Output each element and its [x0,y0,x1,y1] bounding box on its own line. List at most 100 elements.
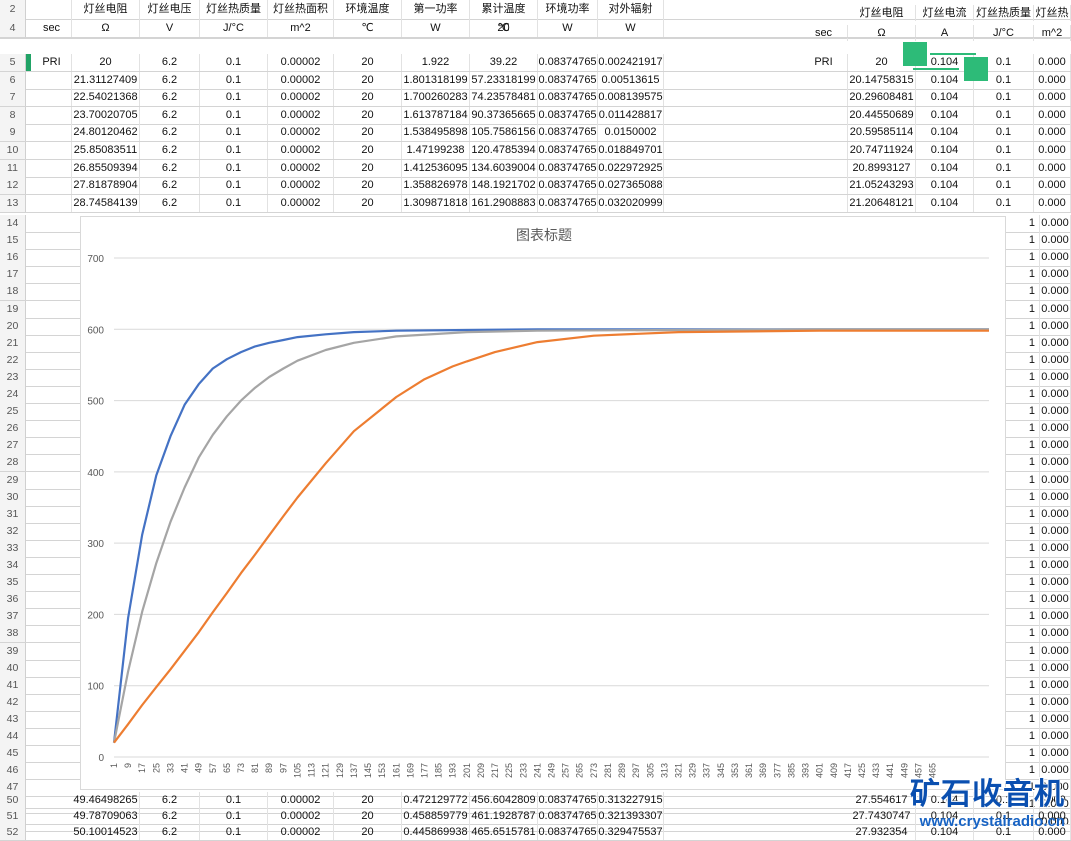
table-cell[interactable]: 27.7430747 [848,808,916,824]
row-number[interactable]: 31 [0,505,26,523]
table-cell[interactable]: 0.000 [1040,266,1071,284]
table-cell[interactable]: 0.022972925 [598,159,664,177]
table-cell[interactable]: 26.85509394 [72,159,140,177]
table-cell[interactable]: 1 [1006,676,1040,694]
table-cell[interactable]: 0.00002 [268,89,334,107]
row-number[interactable]: 37 [0,608,26,626]
table-cell[interactable]: 0.000 [1040,420,1071,438]
table-cell[interactable]: 0.1 [200,792,268,808]
table-cell[interactable]: 0.000 [1040,539,1071,557]
table-cell[interactable]: 灯丝电阻 [72,0,140,19]
table-cell[interactable]: 1 [1006,334,1040,352]
table-cell[interactable]: 0.1 [974,159,1034,177]
table-cell[interactable]: 0.000 [1040,232,1071,250]
table-cell[interactable]: 20 [334,159,402,177]
table-cell[interactable]: 0.104 [916,177,974,195]
table-cell[interactable]: 1.358826978 [402,177,470,195]
table-cell[interactable]: 1 [1006,351,1040,369]
table-cell[interactable] [32,106,72,124]
table-cell[interactable]: 0.000 [1040,728,1071,745]
table-cell[interactable]: 1.700260283 [402,89,470,107]
table-cell[interactable]: 0.000 [1040,625,1071,643]
row-number[interactable]: 29 [0,471,26,489]
table-cell[interactable]: 20 [334,808,402,824]
table-cell[interactable]: 0.000 [1040,437,1071,455]
table-cell[interactable]: 1 [1006,505,1040,523]
table-cell[interactable]: 20 [334,177,402,195]
row-number[interactable]: 11 [0,159,26,177]
table-cell[interactable]: 1 [1006,539,1040,557]
table-cell[interactable]: 465.6515781 [470,824,538,840]
row-number[interactable]: 14 [0,215,26,232]
row-number[interactable]: 50 [0,792,26,808]
table-cell[interactable] [32,124,72,142]
row-number[interactable]: 39 [0,642,26,660]
table-cell[interactable]: 1.538495898 [402,124,470,142]
table-cell[interactable]: 0.00002 [268,194,334,212]
table-cell[interactable]: 1 [1006,471,1040,489]
table-cell[interactable]: 1.613787184 [402,106,470,124]
row-number[interactable]: 26 [0,420,26,438]
table-cell[interactable] [800,124,848,142]
table-cell[interactable]: 1 [1006,522,1040,540]
table-cell[interactable]: 0.000 [1040,249,1071,267]
table-cell[interactable]: 0.08374765 [538,142,598,159]
table-cell[interactable]: 21.31127409 [72,71,140,89]
row-number[interactable]: 16 [0,249,26,267]
table-cell[interactable]: 0.000 [1040,745,1071,763]
table-cell[interactable]: 134.6039004 [470,159,538,177]
table-cell[interactable]: 0.000 [1040,659,1071,677]
table-cell[interactable]: 0.1 [974,124,1034,142]
table-cell[interactable]: 0.104 [916,142,974,159]
table-cell[interactable] [32,159,72,177]
table-cell[interactable]: 0.000 [1040,334,1071,352]
table-cell[interactable] [32,177,72,195]
row-number[interactable]: 22 [0,351,26,369]
table-cell[interactable]: 0.000 [1040,522,1071,540]
table-cell[interactable]: 6.2 [140,824,200,840]
table-cell[interactable] [32,89,72,107]
table-cell[interactable]: 0.000 [1034,159,1071,177]
table-cell[interactable]: 0.104 [916,124,974,142]
table-cell[interactable]: 0.08374765 [538,71,598,89]
table-cell[interactable]: 0.472129772 [402,792,470,808]
table-cell[interactable] [800,142,848,159]
table-cell[interactable]: 0.08374765 [538,824,598,840]
table-cell[interactable]: 20.29608481 [848,89,916,107]
table-cell[interactable]: 1 [1006,283,1040,301]
row-number[interactable]: 40 [0,659,26,677]
table-cell[interactable]: 0.000 [1040,215,1071,232]
table-cell[interactable]: 0.000 [1040,608,1071,626]
table-cell[interactable]: 20 [334,54,402,71]
table-cell[interactable]: 0.000 [1040,574,1071,592]
row-number[interactable]: 34 [0,557,26,574]
row-number[interactable]: 17 [0,266,26,284]
table-cell[interactable]: 0.000 [1040,368,1071,386]
table-cell[interactable]: 0.000 [1040,505,1071,523]
row-number[interactable]: 2 [0,0,26,19]
table-cell[interactable]: 0.00002 [268,124,334,142]
table-cell[interactable]: 0.08374765 [538,177,598,195]
table-cell[interactable]: 1 [1006,557,1040,574]
table-cell[interactable]: 0.1 [200,194,268,212]
table-cell[interactable]: 0.08374765 [538,54,598,71]
table-cell[interactable]: 1 [1006,420,1040,438]
row-number[interactable]: 46 [0,762,26,780]
table-cell[interactable]: 6.2 [140,194,200,212]
table-cell[interactable]: 0.002421917 [598,54,664,71]
table-cell[interactable]: 1 [1006,403,1040,421]
row-number[interactable]: 43 [0,710,26,728]
table-cell[interactable]: 0.08374765 [538,159,598,177]
table-cell[interactable]: 0.1 [974,177,1034,195]
table-cell[interactable]: 1 [1006,488,1040,506]
table-cell[interactable]: 0.104 [916,89,974,107]
table-cell[interactable]: 0.1 [974,89,1034,107]
table-cell[interactable]: 0.000 [1040,300,1071,318]
table-cell[interactable]: 0.000 [1040,676,1071,694]
table-cell[interactable]: 20 [334,124,402,142]
table-cell[interactable]: 1 [1006,215,1040,232]
table-cell[interactable]: 1 [1006,608,1040,626]
table-cell[interactable]: 灯丝热质量 [200,0,268,19]
table-cell[interactable]: 0.1 [200,89,268,107]
table-cell[interactable]: 1 [1006,728,1040,745]
